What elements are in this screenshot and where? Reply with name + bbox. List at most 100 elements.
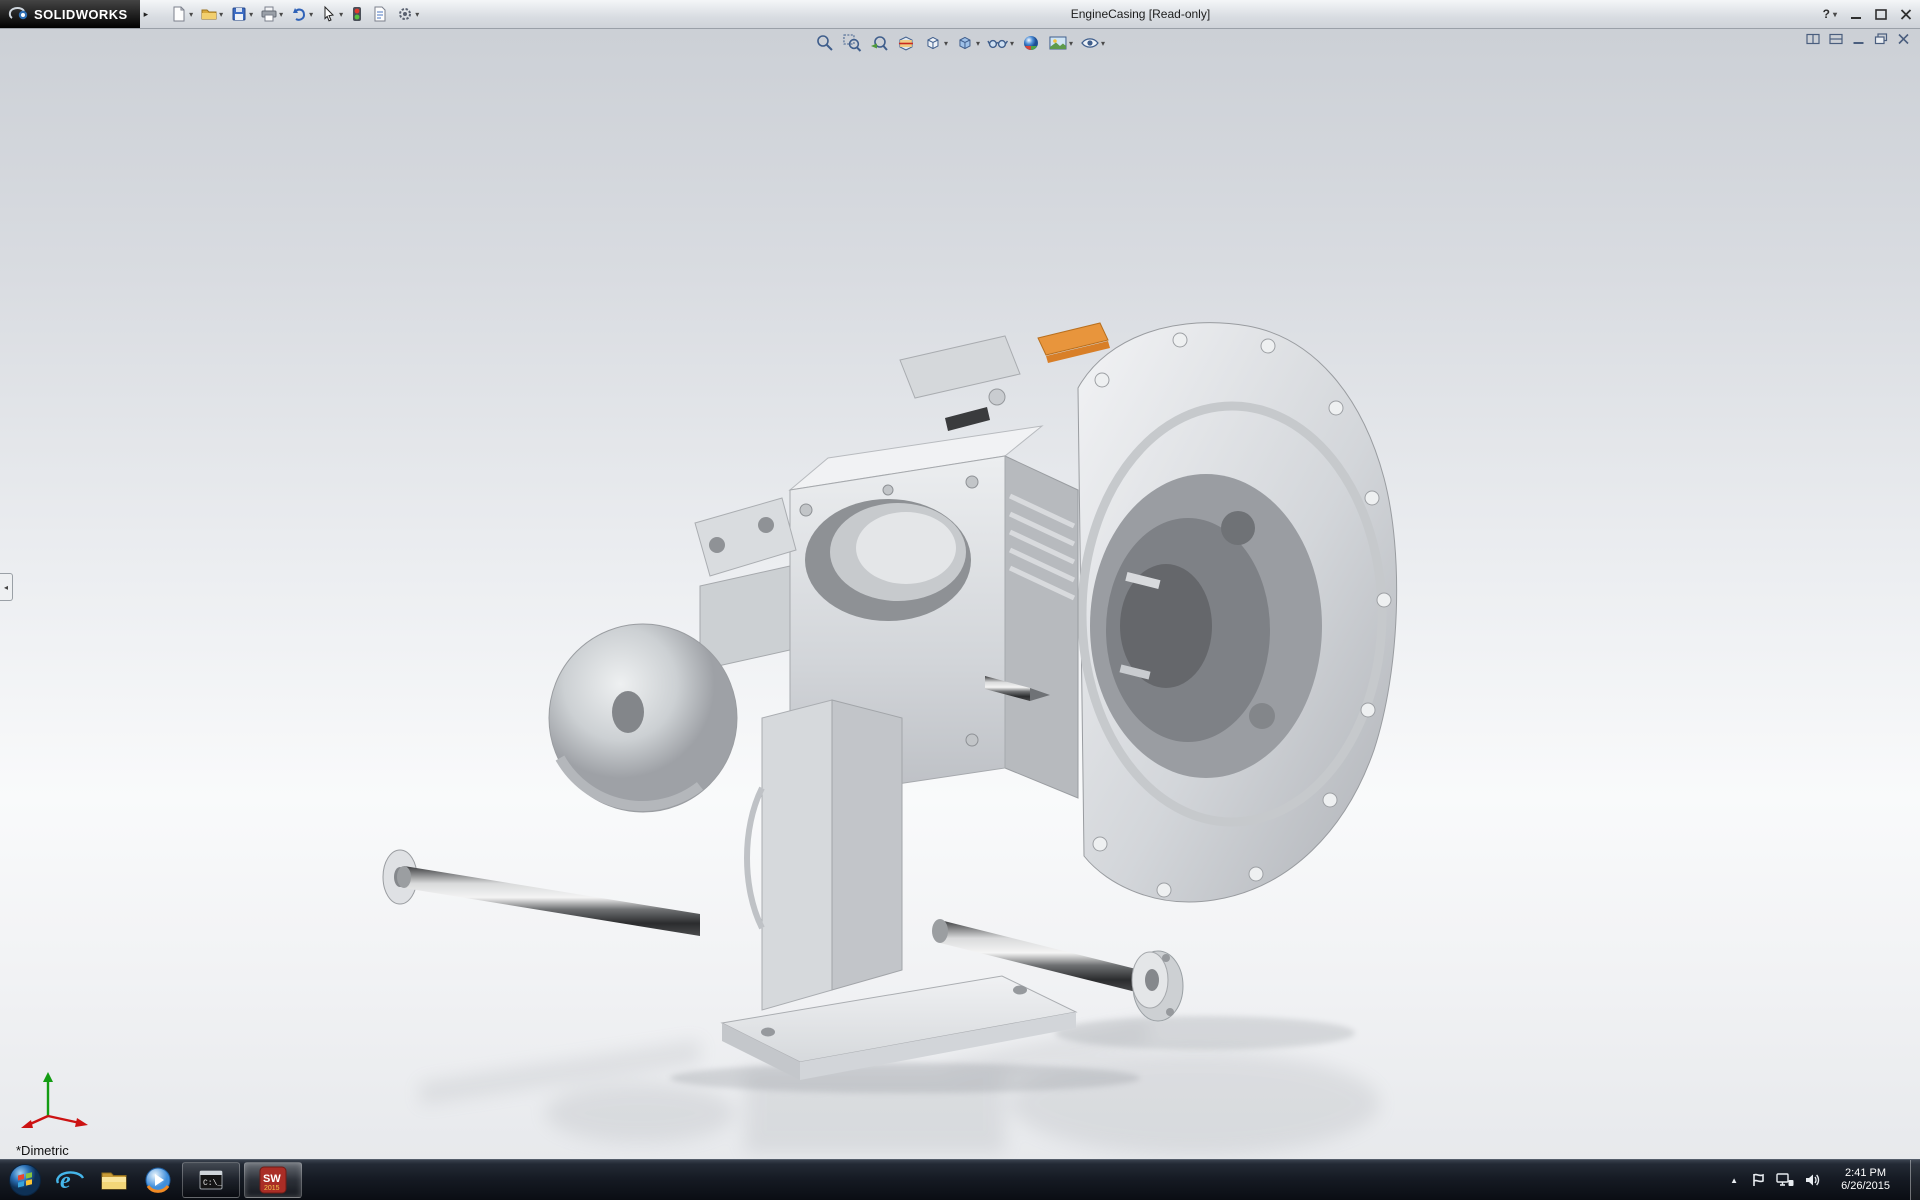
- dropdown-icon[interactable]: ▾: [279, 10, 283, 19]
- brand-label: SOLIDWORKS: [34, 7, 128, 22]
- graphics-viewport[interactable]: ▾ ▾ ▾: [0, 28, 1920, 1160]
- dropdown-icon[interactable]: ▾: [1101, 39, 1105, 48]
- show-desktop-button[interactable]: [1910, 1160, 1920, 1200]
- zoom-to-fit-icon: [815, 33, 835, 53]
- undo-button[interactable]: ▾: [288, 4, 315, 24]
- dropdown-icon[interactable]: ▾: [976, 39, 980, 48]
- volume-icon[interactable]: [1804, 1172, 1821, 1188]
- titlebar: SOLIDWORKS ▸ ▾ ▾: [0, 0, 1920, 29]
- undo-icon: [290, 5, 308, 23]
- options-gear-icon: [396, 5, 414, 23]
- taskbar-windows-explorer[interactable]: [92, 1160, 136, 1200]
- taskbar-internet-explorer[interactable]: e: [48, 1160, 92, 1200]
- heads-up-view-toolbar: ▾ ▾ ▾: [813, 31, 1107, 55]
- options-button[interactable]: ▾: [394, 4, 421, 24]
- save-icon: [230, 5, 248, 23]
- file-properties-button[interactable]: [369, 4, 391, 24]
- close-button[interactable]: [1900, 9, 1912, 20]
- taskbar-clock[interactable]: 2:41 PM 6/26/2015: [1831, 1167, 1900, 1193]
- file-properties-icon: [371, 5, 389, 23]
- view-settings-button[interactable]: ▾: [1078, 31, 1107, 55]
- open-folder-icon: [200, 5, 218, 23]
- dropdown-icon[interactable]: ▾: [1010, 39, 1014, 48]
- menu-expand-icon[interactable]: ▸: [144, 9, 149, 20]
- dropdown-icon[interactable]: ▾: [309, 10, 313, 19]
- dropdown-icon[interactable]: ▾: [189, 10, 193, 19]
- edit-appearance-sphere-icon: [1021, 33, 1041, 53]
- new-document-icon: [170, 5, 188, 23]
- system-tray: ▲ 2:41 PM 6/26/2015: [1728, 1160, 1920, 1200]
- apply-scene-button[interactable]: ▾: [1046, 31, 1075, 55]
- maximize-button[interactable]: [1875, 9, 1887, 20]
- apply-scene-icon: [1048, 33, 1068, 53]
- collapse-arrow-icon: ◂: [4, 583, 8, 592]
- section-view-button[interactable]: [894, 31, 918, 55]
- dropdown-icon[interactable]: ▾: [944, 39, 948, 48]
- zoom-to-area-icon: [842, 33, 862, 53]
- engine-casing-geometry: [383, 323, 1397, 1080]
- command-prompt-label: C:\_: [203, 1179, 222, 1188]
- document-restore-button[interactable]: [1874, 33, 1888, 45]
- print-button[interactable]: ▾: [258, 4, 285, 24]
- dropdown-icon: ▾: [1833, 10, 1837, 19]
- command-prompt-icon: C:\_: [198, 1168, 224, 1192]
- rebuild-traffic-light-icon: [350, 5, 364, 23]
- section-view-icon: [896, 33, 916, 53]
- solidworks-window: SOLIDWORKS ▸ ▾ ▾: [0, 0, 1920, 1200]
- help-button[interactable]: ? ▾: [1823, 7, 1837, 21]
- folder-icon: [99, 1165, 129, 1195]
- zoom-to-area-button[interactable]: [840, 31, 864, 55]
- taskbar-media-player[interactable]: [136, 1160, 180, 1200]
- view-settings-eye-icon: [1080, 33, 1100, 53]
- help-icon: ?: [1823, 7, 1830, 21]
- view-orientation-button[interactable]: ▾: [921, 31, 950, 55]
- document-window-controls: [1806, 33, 1910, 45]
- start-button[interactable]: [2, 1160, 48, 1200]
- edit-appearance-button[interactable]: [1019, 31, 1043, 55]
- taskbar-solidworks[interactable]: SW 2015: [244, 1162, 302, 1198]
- windows-start-orb-icon: [8, 1163, 42, 1197]
- save-button[interactable]: ▾: [228, 4, 255, 24]
- print-icon: [260, 5, 278, 23]
- clock-time: 2:41 PM: [1841, 1167, 1890, 1180]
- previous-view-button[interactable]: [867, 31, 891, 55]
- dropdown-icon[interactable]: ▾: [415, 10, 419, 19]
- dropdown-icon[interactable]: ▾: [1069, 39, 1073, 48]
- clock-date: 6/26/2015: [1841, 1180, 1890, 1193]
- document-minimize-button[interactable]: [1852, 33, 1865, 45]
- solidworks-icon-year: 2015: [264, 1185, 280, 1192]
- windows-taskbar: e: [0, 1159, 1920, 1200]
- rebuild-button[interactable]: [348, 4, 366, 24]
- display-style-button[interactable]: ▾: [953, 31, 982, 55]
- internet-explorer-icon: e: [55, 1165, 85, 1195]
- view-orientation-label: *Dimetric: [16, 1143, 69, 1158]
- select-button[interactable]: ▾: [318, 4, 345, 24]
- document-title: EngineCasing [Read-only]: [1071, 7, 1210, 21]
- solidworks-icon-label: SW: [263, 1173, 281, 1185]
- select-cursor-icon: [320, 5, 338, 23]
- pane-icon[interactable]: [1806, 33, 1820, 45]
- pane-horizontal-icon[interactable]: [1829, 33, 1843, 45]
- solidworks-app-icon: SW 2015: [259, 1166, 287, 1194]
- taskbar-command-prompt[interactable]: C:\_: [182, 1162, 240, 1198]
- tray-expand-icon[interactable]: ▲: [1728, 1176, 1740, 1185]
- document-close-button[interactable]: [1897, 33, 1910, 45]
- view-orientation-cube-icon: [923, 33, 943, 53]
- dropdown-icon[interactable]: ▾: [219, 10, 223, 19]
- dropdown-icon[interactable]: ▾: [249, 10, 253, 19]
- open-button[interactable]: ▾: [198, 4, 225, 24]
- media-player-icon: [143, 1165, 173, 1195]
- minimize-button[interactable]: [1850, 9, 1862, 20]
- feature-manager-collapse-tab[interactable]: ◂: [0, 573, 13, 601]
- engine-casing-model[interactable]: [0, 28, 1920, 1160]
- new-document-button[interactable]: ▾: [168, 4, 195, 24]
- solidworks-menu[interactable]: SOLIDWORKS: [0, 0, 140, 28]
- zoom-to-fit-button[interactable]: [813, 31, 837, 55]
- action-center-icon[interactable]: [1750, 1172, 1766, 1188]
- coordinate-triad: [16, 1066, 92, 1130]
- quick-access-toolbar: ▾ ▾ ▾: [168, 4, 421, 24]
- network-icon[interactable]: [1776, 1172, 1794, 1188]
- hide-show-items-button[interactable]: ▾: [985, 31, 1016, 55]
- display-style-icon: [955, 33, 975, 53]
- dropdown-icon[interactable]: ▾: [339, 10, 343, 19]
